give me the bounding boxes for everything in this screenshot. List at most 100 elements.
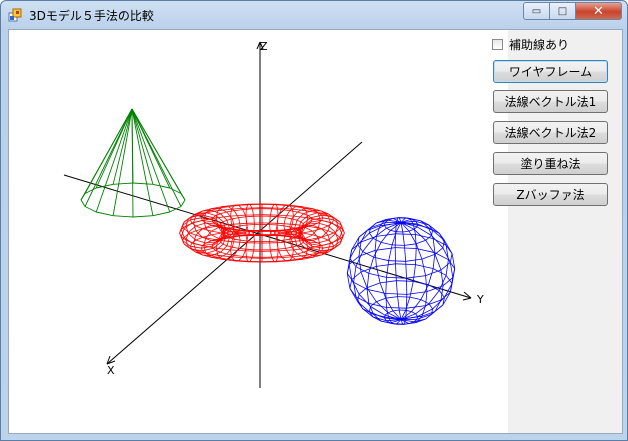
sphere-longitude-edge [388,244,393,261]
torus-meridian-edge [233,210,239,218]
torus-ring-edge [242,208,253,210]
sphere-latitude-edge [385,296,398,299]
sphere-latitude-edge [420,299,430,305]
sphere-longitude-edge [412,264,416,282]
cone-rim-edge [113,215,134,218]
sphere-latitude-edge [351,241,362,251]
cone-side-edge [95,108,133,213]
torus-ring-edge [269,240,278,242]
cone-side-edge [112,108,133,185]
torus-ring-edge [217,254,232,258]
torus-ring-edge [232,246,239,249]
sphere-latitude-edge [449,253,453,263]
torus-meridian-edge [242,209,247,217]
torus-ring-edge [335,233,341,238]
maximize-button[interactable]: □ [550,2,576,20]
sphere-latitude-edge [386,307,407,309]
sphere-longitude-edge [432,297,445,310]
sphere-latitude-edge [351,271,362,281]
sphere-latitude-edge [385,293,407,295]
cone-rim-edge [84,206,97,213]
cone-rim-edge [80,199,86,207]
torus-meridian-edge [231,239,235,248]
torus-ring-edge [246,224,255,226]
torus-ring-edge [331,219,334,224]
minimize-button[interactable]: ▭ [523,2,550,20]
torus-meridian-edge [307,212,319,216]
normal-vector-2-button[interactable]: 法線ベクトル法2 [493,121,608,144]
torus-ring-edge [242,256,253,258]
wireframe-button[interactable]: ワイヤフレーム [493,60,608,83]
sphere-latitude-edge [408,228,415,232]
torus-ring-edge [331,242,334,247]
torus-meridian-edge [195,239,207,244]
main-window: 3Dモデル５手法の比較 ▭ □ ✕ Z Y X 補助線あり ワイヤフレーム 法線… [0,0,628,441]
painter-button[interactable]: 塗り重ね法 [493,152,608,175]
torus-ring-edge [281,255,290,257]
sphere-latitude-edge [376,263,396,267]
torus-meridian-edge [242,249,247,257]
torus-ring-edge [212,215,217,219]
sphere-longitude-edge [349,288,358,302]
sphere-latitude-edge [358,250,376,257]
cone-side-edge [95,108,133,189]
close-button[interactable]: ✕ [576,2,622,20]
normal-vector-1-button[interactable]: 法線ベクトル法1 [493,90,608,113]
z-buffer-button[interactable]: Zバッファ法 [493,183,608,206]
torus-meridian-edge [292,249,294,257]
torus-ring-edge [238,216,246,218]
sphere-latitude-edge [409,296,421,300]
sphere-latitude-edge [406,275,426,279]
torus-ring-edge [281,209,290,211]
torus-meridian-edge [317,239,329,244]
torus-meridian-edge [317,220,321,229]
sphere-longitude-edge [425,291,428,306]
cone-wireframe [80,108,186,218]
sphere-latitude-edge [368,273,387,278]
torus-ring-edge [271,256,282,258]
torus-ring-edge [223,243,228,247]
sphere-longitude-edge [385,277,387,294]
torus-ring-edge [246,240,255,242]
torus-ring-edge [234,255,243,257]
torus-wireframe [179,203,345,263]
sphere-latitude-edge [402,230,410,233]
sphere-longitude-edge [421,259,426,276]
torus-ring-edge [270,248,279,251]
sphere-longitude-edge [366,289,370,304]
aux-lines-option[interactable]: 補助線あり [492,36,569,53]
torus-ring-edge [193,219,204,224]
torus-ring-edge [195,236,203,241]
torus-meridian-edge [292,209,294,217]
cone-rim-edge [152,211,170,217]
torus-ring-edge [278,216,286,218]
aux-lines-label: 補助線あり [509,38,570,52]
torus-ring-edge [226,218,233,221]
cone-rim-edge [152,183,170,189]
x-axis-label: X [107,364,115,377]
title-bar[interactable]: 3Dモデル５手法の比較 ▭ □ ✕ [1,1,627,29]
torus-ring-edge [226,245,233,248]
torus-ring-edge [301,232,313,236]
torus-ring-edge [220,211,227,215]
torus-ring-edge [320,219,331,224]
torus-ring-edge [291,218,298,221]
sphere-latitude-edge [369,306,371,312]
sphere-longitude-edge [362,238,374,252]
torus-ring-edge [226,210,235,213]
sphere-latitude-edge [358,287,368,295]
render-canvas[interactable]: Z Y X [9,30,508,433]
aux-lines-checkbox[interactable] [492,39,503,50]
sphere-longitude-edge [428,268,434,285]
torus-meridian-edge [205,250,217,254]
sphere-latitude-edge [415,264,434,269]
torus-ring-edge [285,246,292,249]
torus-meridian-edge [304,226,313,232]
torus-ring-edge [240,224,248,227]
sphere-longitude-edge [353,266,357,283]
sphere-latitude-edge [395,233,416,235]
torus-ring-edge [183,233,189,238]
torus-meridian-edge [285,248,291,256]
sphere-latitude-edge [428,303,433,310]
sphere-longitude-edge [409,281,414,298]
